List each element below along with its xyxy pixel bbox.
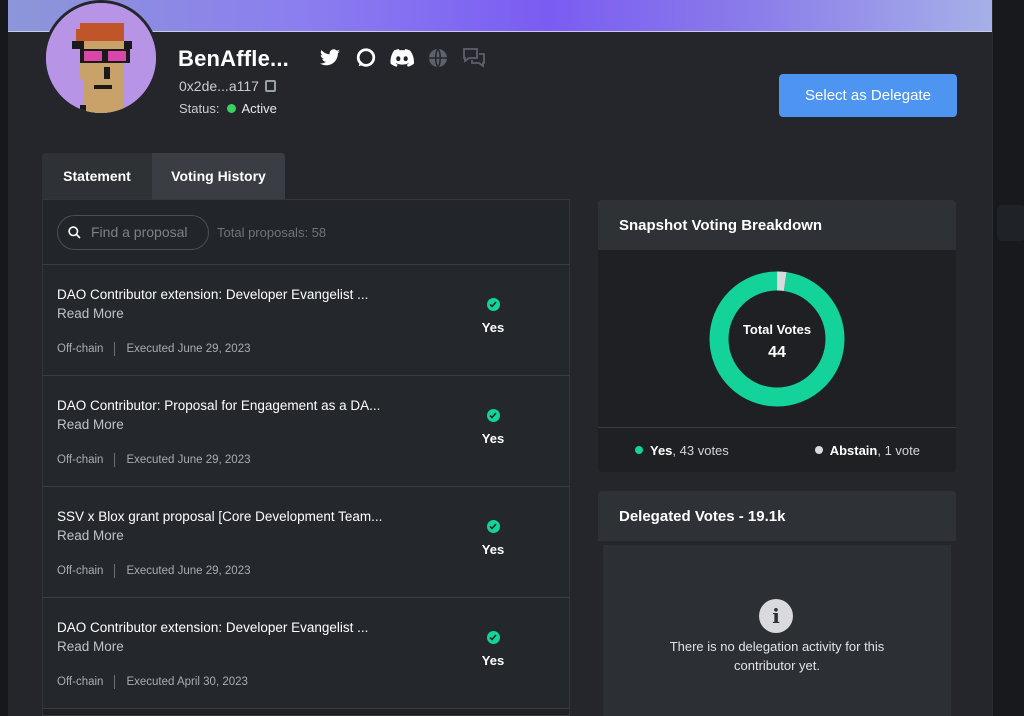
profile-banner bbox=[8, 0, 992, 32]
twitter-icon[interactable] bbox=[318, 46, 342, 70]
legend-yes-label: Yes bbox=[650, 442, 673, 458]
status-label: Status: bbox=[179, 101, 220, 116]
proposal-title: DAO Contributor extension: Developer Eva… bbox=[57, 287, 369, 302]
right-edge bbox=[992, 0, 1024, 716]
check-icon bbox=[486, 409, 500, 422]
vote-choice: Yes bbox=[481, 431, 505, 446]
proposal-chain: Off-chain bbox=[57, 454, 104, 466]
info-icon: i bbox=[759, 599, 793, 633]
breakdown-legend: Yes, 43 votes Abstain, 1 vote bbox=[598, 428, 956, 472]
tab-voting-history[interactable]: Voting History bbox=[152, 153, 285, 199]
address-text: 0x2de...a117 bbox=[179, 78, 259, 94]
globe-icon[interactable] bbox=[426, 46, 450, 70]
legend-yes-dot bbox=[635, 446, 643, 454]
legend-yes: Yes, 43 votes bbox=[635, 443, 729, 458]
status-value: Active bbox=[241, 101, 277, 116]
search-input[interactable]: Find a proposal bbox=[57, 214, 209, 250]
proposal-list: Find a proposal Total proposals: 58 DAO … bbox=[42, 199, 570, 716]
donut-chart bbox=[709, 271, 845, 407]
proposal-row[interactable]: DAO Contributor extension: Developer Eva… bbox=[43, 598, 569, 709]
proposal-chain: Off-chain bbox=[57, 343, 104, 355]
empty-state-text: There is no delegation activity for this… bbox=[669, 639, 885, 673]
legend-abstain: Abstain, 1 vote bbox=[814, 442, 920, 458]
avatar bbox=[43, 0, 159, 116]
meta-divider bbox=[114, 675, 116, 689]
proposal-title: DAO Contributor extension: Developer Eva… bbox=[57, 620, 369, 635]
legend-abstain-count: , 1 vote bbox=[877, 442, 920, 458]
search-bar: Find a proposal Total proposals: 58 bbox=[43, 200, 569, 265]
copy-icon[interactable] bbox=[264, 80, 276, 92]
tab-bar: Statement Voting History bbox=[42, 153, 285, 199]
forum-icon[interactable] bbox=[462, 46, 486, 70]
meta-divider bbox=[114, 564, 116, 578]
legend-yes-count: , 43 votes bbox=[672, 442, 729, 458]
total-proposals: Total proposals: 58 bbox=[217, 224, 327, 240]
check-icon bbox=[486, 520, 500, 533]
donut-center-label: Total Votes bbox=[742, 322, 812, 337]
delegated-title: Delegated Votes - 19.1k bbox=[598, 491, 956, 541]
breakdown-chart: Total Votes 44 bbox=[598, 250, 956, 428]
discourse-icon[interactable] bbox=[354, 46, 378, 70]
search-placeholder: Find a proposal bbox=[91, 224, 188, 240]
proposal-chain: Off-chain bbox=[57, 565, 104, 577]
proposal-row[interactable]: SSV x Blox grant proposal [Core Developm… bbox=[43, 487, 569, 598]
delegation-empty-state: i There is no delegation activity for th… bbox=[603, 545, 951, 716]
vote-choice: Yes bbox=[481, 653, 505, 668]
proposal-chain: Off-chain bbox=[57, 676, 104, 688]
donut-yes-segment bbox=[709, 271, 845, 407]
proposal-executed: Executed June 29, 2023 bbox=[126, 565, 251, 577]
meta-divider bbox=[114, 453, 116, 467]
proposal-row[interactable]: DAO Contributor: Proposal for Engagement… bbox=[43, 376, 569, 487]
vote-choice: Yes bbox=[481, 542, 505, 557]
proposal-title: SSV x Blox grant proposal [Core Developm… bbox=[57, 509, 383, 524]
profile-panel: BenAffle... 0x2de...a117 Status: Active … bbox=[8, 0, 992, 716]
check-icon bbox=[486, 631, 500, 644]
breakdown-title: Snapshot Voting Breakdown bbox=[598, 200, 956, 250]
proposal-executed: Executed June 29, 2023 bbox=[126, 454, 251, 466]
tab-statement[interactable]: Statement bbox=[42, 153, 152, 199]
proposal-executed: Executed April 30, 2023 bbox=[126, 676, 248, 688]
read-more-link[interactable]: Read More bbox=[57, 306, 124, 321]
discord-icon[interactable] bbox=[390, 46, 414, 70]
profile-name: BenAffle... bbox=[178, 46, 289, 71]
proposal-title: DAO Contributor: Proposal for Engagement… bbox=[57, 398, 381, 413]
donut-total: 44 bbox=[768, 344, 786, 361]
check-icon bbox=[486, 298, 500, 311]
status-dot-icon bbox=[227, 104, 237, 113]
meta-divider bbox=[114, 342, 116, 356]
background-element bbox=[997, 205, 1024, 241]
search-icon bbox=[68, 225, 81, 239]
status-row: Status: Active bbox=[179, 101, 277, 116]
proposal-row[interactable]: DAO Contributor extension: Developer Eva… bbox=[43, 265, 569, 376]
legend-abstain-dot bbox=[814, 446, 823, 454]
read-more-link[interactable]: Read More bbox=[57, 417, 124, 432]
proposal-executed: Executed June 29, 2023 bbox=[126, 343, 251, 355]
delegated-votes-card: Delegated Votes - 19.1k i There is no de… bbox=[598, 491, 956, 716]
legend-abstain-label: Abstain bbox=[829, 442, 878, 458]
select-delegate-button[interactable]: Select as Delegate bbox=[779, 74, 957, 117]
social-links bbox=[318, 46, 486, 70]
voting-breakdown-card: Snapshot Voting Breakdown Total Votes 44… bbox=[598, 200, 956, 472]
read-more-link[interactable]: Read More bbox=[57, 639, 124, 654]
wallet-address: 0x2de...a117 bbox=[179, 78, 276, 94]
read-more-link[interactable]: Read More bbox=[57, 528, 124, 543]
left-edge bbox=[0, 0, 8, 716]
vote-choice: Yes bbox=[481, 320, 505, 335]
